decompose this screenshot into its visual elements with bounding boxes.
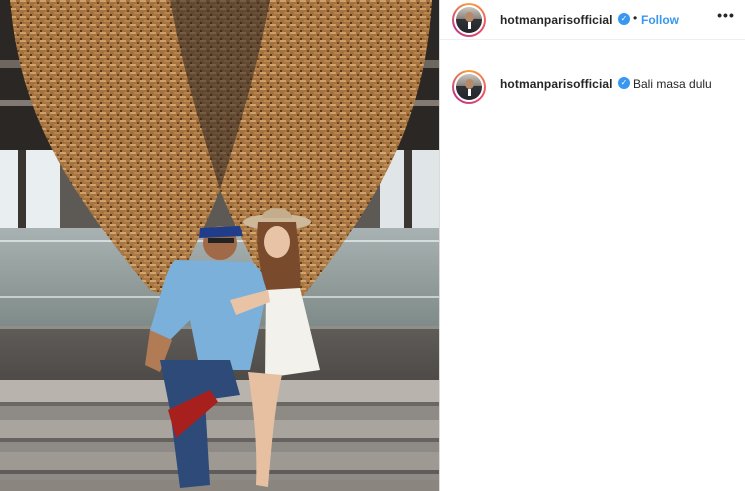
instagram-post: hotmanparisofficial ✓ • Follow ••• hotma… <box>0 0 745 491</box>
caption-username-link[interactable]: hotmanparisofficial <box>500 77 613 91</box>
photo-illustration <box>0 0 439 491</box>
author-avatar[interactable] <box>452 3 486 37</box>
caption-text: Bali masa dulu <box>633 77 712 91</box>
post-side-panel: hotmanparisofficial ✓ • Follow ••• hotma… <box>439 0 745 491</box>
author-username-link[interactable]: hotmanparisofficial <box>500 13 613 27</box>
post-photo[interactable] <box>0 0 439 491</box>
avatar-ring <box>454 72 484 102</box>
avatar-image <box>456 7 482 33</box>
post-header: hotmanparisofficial ✓ • Follow ••• <box>440 0 745 40</box>
verified-badge-icon: ✓ <box>618 13 630 25</box>
caption-row: hotmanparisofficial ✓ Bali masa dulu <box>440 70 745 110</box>
avatar-image <box>456 74 482 100</box>
avatar-ring <box>454 5 484 35</box>
follow-button[interactable]: Follow <box>641 13 679 27</box>
caption-author-avatar[interactable] <box>452 70 486 104</box>
verified-badge-icon: ✓ <box>618 77 630 89</box>
header-separator: • <box>633 11 638 25</box>
more-options-icon[interactable]: ••• <box>716 8 736 26</box>
